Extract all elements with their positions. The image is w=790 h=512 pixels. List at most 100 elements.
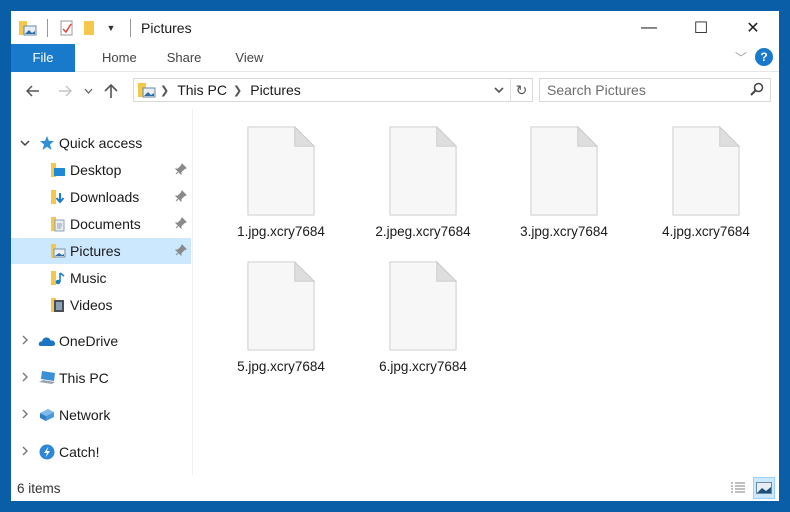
address-bar[interactable]: ❯ This PC ❯ Pictures ↻ [133, 78, 533, 102]
nav-label: Quick access [59, 135, 143, 151]
nav-network[interactable]: Network [11, 402, 191, 428]
file-name: 1.jpg.xcry7684 [237, 224, 325, 239]
search-icon[interactable] [750, 82, 764, 99]
pictures-folder-icon [49, 242, 67, 260]
search-input[interactable] [547, 82, 747, 98]
explorer-window: ▼ Pictures — ☐ ✕ File Home Share View ﹀ … [11, 11, 779, 501]
refresh-button[interactable]: ↻ [510, 79, 532, 101]
downloads-folder-icon [49, 188, 67, 206]
expand-chevron-icon[interactable] [18, 335, 32, 348]
catch-icon [38, 443, 56, 461]
nav-item-music[interactable]: Music [11, 265, 191, 291]
customize-toolbar-icon[interactable]: ▼ [102, 19, 120, 37]
large-icons-view-icon [756, 482, 772, 494]
nav-quick-access[interactable]: Quick access [11, 130, 191, 156]
tab-share[interactable]: Share [157, 44, 222, 72]
collapse-chevron-icon[interactable] [18, 137, 32, 149]
tab-home[interactable]: Home [75, 44, 157, 72]
breadcrumb-pictures[interactable]: Pictures [250, 82, 301, 98]
new-folder-icon[interactable] [80, 19, 98, 37]
file-item[interactable]: 2.jpeg.xcry7684 [358, 109, 488, 239]
toolbar-separator [47, 18, 48, 37]
expand-chevron-icon[interactable] [18, 409, 32, 422]
file-item[interactable]: 1.jpg.xcry7684 [216, 109, 346, 239]
nav-label: Catch! [59, 444, 100, 460]
forward-button[interactable] [51, 77, 79, 105]
file-name: 5.jpg.xcry7684 [237, 359, 325, 374]
breadcrumb-this-pc[interactable]: This PC [177, 82, 227, 98]
nav-label: Videos [70, 297, 113, 313]
expand-ribbon-icon[interactable]: ﹀ [735, 49, 747, 66]
nav-label: Pictures [70, 243, 121, 259]
star-icon [38, 134, 56, 152]
expand-chevron-icon[interactable] [18, 372, 32, 385]
desktop-folder-icon [49, 161, 67, 179]
tab-file[interactable]: File [11, 43, 75, 72]
large-icons-view-button[interactable] [753, 477, 775, 499]
file-item[interactable]: 5.jpg.xcry7684 [216, 244, 346, 374]
search-box[interactable] [539, 78, 771, 102]
onedrive-icon [38, 332, 56, 350]
expand-chevron-icon[interactable] [18, 446, 32, 459]
file-name: 4.jpg.xcry7684 [662, 224, 750, 239]
file-name: 6.jpg.xcry7684 [379, 359, 467, 374]
details-view-icon [731, 482, 745, 493]
blank-file-icon [247, 126, 316, 216]
minimize-button[interactable]: — [623, 11, 675, 44]
nav-label: Downloads [70, 189, 140, 205]
breadcrumb-separator-icon: ❯ [233, 84, 243, 97]
blank-file-icon [247, 261, 316, 351]
pin-icon[interactable] [174, 189, 187, 205]
maximize-button[interactable]: ☐ [675, 11, 727, 44]
blank-file-icon [530, 126, 599, 216]
nav-catch[interactable]: Catch! [11, 439, 191, 465]
file-item[interactable]: 4.jpg.xcry7684 [641, 109, 771, 239]
forward-arrow-icon [59, 85, 72, 97]
videos-folder-icon [49, 296, 67, 314]
file-item[interactable]: 3.jpg.xcry7684 [499, 109, 629, 239]
pin-icon[interactable] [174, 216, 187, 232]
address-row: ❯ This PC ❯ Pictures ↻ [11, 73, 779, 109]
recent-locations-button[interactable] [81, 77, 95, 105]
pictures-folder-icon [138, 82, 156, 98]
quick-access-toolbar: ▼ Pictures [11, 18, 192, 37]
details-view-button[interactable] [727, 477, 749, 499]
blank-file-icon [672, 126, 741, 216]
nav-onedrive[interactable]: OneDrive [11, 328, 191, 354]
nav-this-pc[interactable]: This PC [11, 365, 191, 391]
up-button[interactable] [97, 77, 125, 105]
nav-item-documents[interactable]: Documents [11, 211, 191, 237]
navigation-pane: Quick access Desktop Downloads Documents [11, 109, 192, 475]
properties-icon[interactable] [58, 19, 76, 37]
item-count: 6 items [17, 481, 61, 496]
pin-icon[interactable] [174, 162, 187, 178]
status-bar: 6 items [11, 476, 779, 501]
nav-label: Documents [70, 216, 141, 232]
file-name: 2.jpeg.xcry7684 [375, 224, 471, 239]
breadcrumb-separator-icon: ❯ [160, 84, 170, 97]
help-button[interactable]: ? [755, 48, 773, 66]
nav-item-videos[interactable]: Videos [11, 292, 191, 318]
view-switcher [727, 477, 775, 499]
back-button[interactable] [19, 77, 47, 105]
nav-item-downloads[interactable]: Downloads [11, 184, 191, 210]
chevron-down-icon [494, 87, 504, 93]
chevron-down-icon [84, 88, 92, 94]
network-icon [38, 406, 56, 424]
window-controls: — ☐ ✕ [623, 11, 779, 44]
toolbar-separator [130, 18, 131, 37]
ribbon-tabs: File Home Share View ﹀ ? [11, 43, 779, 72]
title-bar: ▼ Pictures — ☐ ✕ [11, 11, 779, 44]
tab-view[interactable]: View [221, 44, 283, 72]
documents-folder-icon [49, 215, 67, 233]
this-pc-icon [38, 369, 56, 387]
blank-file-icon [389, 261, 458, 351]
nav-item-pictures[interactable]: Pictures [11, 238, 191, 264]
address-history-dropdown[interactable] [488, 79, 510, 101]
ribbon-controls: ﹀ ? [735, 48, 773, 66]
file-item[interactable]: 6.jpg.xcry7684 [358, 244, 488, 374]
close-button[interactable]: ✕ [727, 11, 779, 44]
nav-label: Desktop [70, 162, 122, 178]
nav-item-desktop[interactable]: Desktop [11, 157, 191, 183]
pin-icon[interactable] [174, 243, 187, 259]
